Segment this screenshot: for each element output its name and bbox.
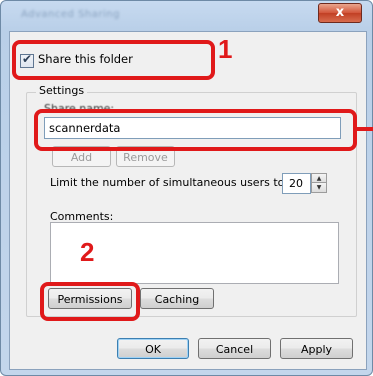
apply-button[interactable]: Apply [280, 338, 353, 359]
remove-button[interactable]: Remove [116, 146, 175, 167]
share-folder-label: Share this folder [38, 52, 133, 66]
user-limit-input[interactable]: 20 [282, 173, 311, 194]
user-limit-value: 20 [289, 177, 303, 190]
step-2-label: 2 [80, 237, 95, 267]
step-1-label: 1 [218, 34, 233, 64]
close-button[interactable]: x [318, 3, 362, 23]
limit-users-label: Limit the number of simultaneous users t… [50, 176, 289, 189]
share-folder-checkbox[interactable]: ✔ [20, 52, 34, 68]
settings-legend: Settings [36, 84, 88, 97]
share-name-input[interactable]: scannerdata [44, 117, 341, 139]
share-name-value: scannerdata [49, 121, 121, 135]
arrow-down-icon[interactable]: ▼ [311, 182, 327, 193]
share-name-label: Share name: [44, 102, 115, 115]
caching-button[interactable]: Caching [140, 288, 214, 309]
ok-button[interactable]: OK [117, 338, 189, 359]
user-limit-spinner[interactable]: ▲ ▼ [311, 173, 327, 193]
checkmark-icon: ✔ [22, 52, 33, 66]
callout-line [356, 127, 373, 131]
title-bar: Advanced Sharing x [1, 1, 372, 29]
cancel-button[interactable]: Cancel [198, 338, 271, 359]
permissions-button[interactable]: Permissions [48, 288, 132, 309]
window-title: Advanced Sharing [21, 9, 120, 20]
close-icon: x [335, 5, 345, 20]
add-button[interactable]: Add [52, 146, 111, 167]
